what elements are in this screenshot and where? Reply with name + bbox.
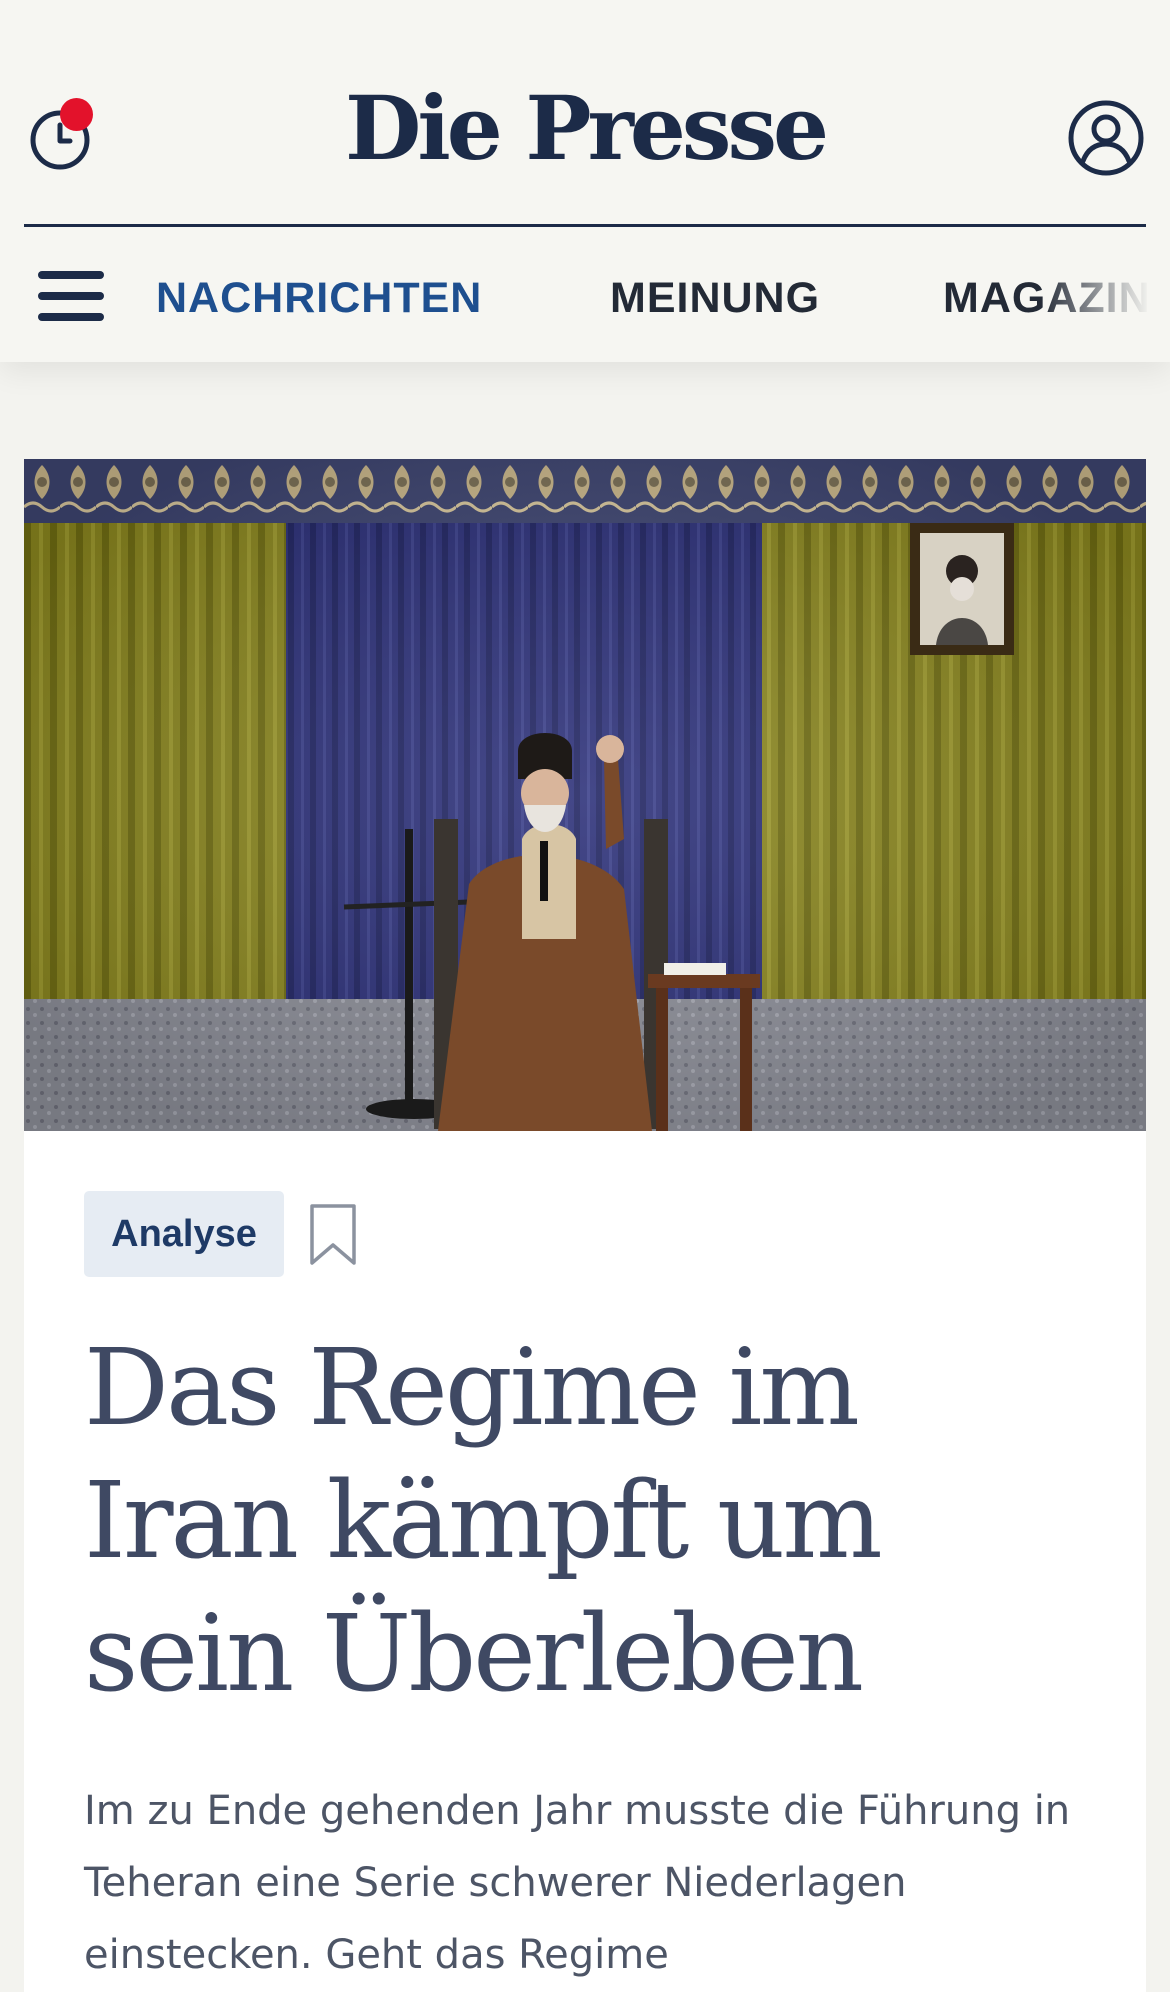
main-navigation: NACHRICHTEN MEINUNG MAGAZIN	[0, 227, 1170, 362]
nav-scroll-fade	[1040, 227, 1170, 362]
site-header: Die Presse NACHRICHTEN MEINUNG MAGAZIN	[0, 0, 1170, 362]
bookmark-icon	[310, 1204, 356, 1265]
article-teaser-card[interactable]: Analyse Das Regime im Iran kämpft um sei…	[24, 459, 1146, 1992]
article-lead: Im zu Ende gehenden Jahr musste die Führ…	[84, 1788, 1071, 1978]
site-logo[interactable]: Die Presse	[0, 78, 1170, 178]
nav-item-nachrichten[interactable]: NACHRICHTEN	[156, 273, 482, 323]
nav-item-meinung[interactable]: MEINUNG	[610, 273, 820, 323]
hero-photo	[24, 459, 1146, 1131]
user-circle-icon	[1068, 100, 1144, 176]
article-hero-image[interactable]	[24, 459, 1146, 1131]
article-headline[interactable]: Das Regime im Iran kämpft um sein Überle…	[84, 1321, 1084, 1720]
bookmark-button[interactable]	[308, 1203, 358, 1267]
article-category-tag[interactable]: Analyse	[84, 1191, 284, 1277]
hamburger-icon[interactable]	[38, 271, 104, 323]
account-button[interactable]	[1066, 98, 1146, 178]
header-top-row: Die Presse	[0, 0, 1170, 226]
